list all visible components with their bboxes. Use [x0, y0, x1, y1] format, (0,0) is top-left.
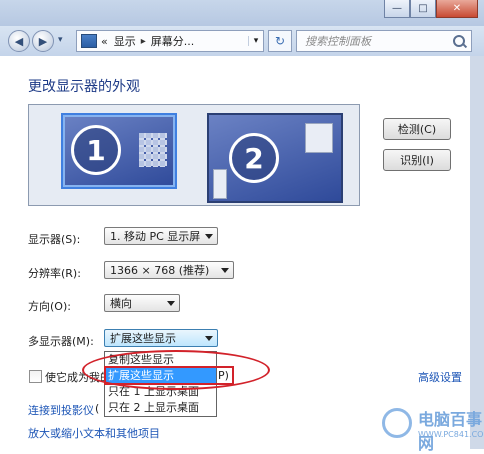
advanced-settings-link[interactable]: 高级设置	[418, 369, 462, 385]
chevron-down-icon	[205, 336, 213, 341]
orientation-select-value: 横向	[110, 297, 132, 310]
detect-button[interactable]: 检测(C)	[383, 118, 451, 140]
page-title: 更改显示器的外观	[28, 79, 140, 95]
display-select-value: 1. 移动 PC 显示屏	[110, 230, 201, 243]
breadcrumb-screen-resolution[interactable]: 屏幕分...	[151, 33, 195, 49]
minimize-button[interactable]: —	[384, 0, 410, 18]
projector-link-tail: (	[95, 402, 100, 415]
forward-arrow-icon: ▶	[38, 34, 48, 48]
watermark-logo-icon	[382, 408, 412, 438]
breadcrumb-display[interactable]: 显示	[114, 33, 136, 49]
back-arrow-icon: ◀	[14, 34, 24, 48]
forward-button[interactable]: ▶	[32, 30, 54, 52]
close-button[interactable]: ✕	[436, 0, 478, 18]
refresh-icon: ↻	[274, 34, 286, 48]
chevron-down-icon	[167, 301, 175, 306]
resolution-select[interactable]: 1366 × 768 (推荐)	[104, 261, 234, 279]
chevron-down-icon	[221, 268, 229, 273]
recent-pages-dropdown[interactable]: ▾	[58, 35, 63, 45]
monitor-arrangement-preview[interactable]: 1 2	[28, 104, 360, 206]
display-select[interactable]: 1. 移动 PC 显示屏	[104, 227, 218, 245]
navigation-bar: ◀ ▶ ▾ « 显示 ▸ 屏幕分... ▾ ↻ 搜索控制面板	[0, 26, 484, 56]
search-placeholder: 搜索控制面板	[305, 35, 371, 48]
watermark: 电脑百事网 WWW.PC841.COM	[382, 402, 484, 453]
option-show-only-on-2[interactable]: 只在 2 上显示桌面	[105, 400, 216, 416]
multiple-displays-select[interactable]: 扩展这些显示	[104, 329, 218, 347]
breadcrumb-separator-icon[interactable]: ▸	[141, 36, 146, 47]
refresh-button[interactable]: ↻	[268, 30, 292, 52]
multiple-displays-select-value: 扩展这些显示	[110, 332, 176, 345]
maximize-button[interactable]: □	[410, 0, 436, 18]
search-box[interactable]: 搜索控制面板	[296, 30, 472, 52]
chevron-down-icon	[205, 234, 213, 239]
control-panel-icon	[81, 34, 97, 48]
monitor-2[interactable]: 2	[207, 113, 343, 203]
identify-button[interactable]: 识别(I)	[383, 149, 451, 171]
monitor-1-number: 1	[71, 125, 121, 175]
connect-projector-link[interactable]: 连接到投影仪	[28, 402, 94, 418]
back-button[interactable]: ◀	[8, 30, 30, 52]
window-right-edge	[470, 56, 484, 449]
resolution-label: 分辨率(R):	[28, 267, 81, 280]
breadcrumb-overflow[interactable]: «	[101, 35, 108, 48]
window-title-bar: — □ ✕	[0, 0, 484, 26]
search-icon[interactable]	[453, 35, 465, 47]
orientation-select[interactable]: 横向	[104, 294, 180, 312]
annotation-highlight-box	[104, 366, 234, 385]
orientation-label: 方向(O):	[28, 300, 71, 313]
display-label: 显示器(S):	[28, 233, 81, 246]
main-display-checkbox[interactable]	[29, 370, 42, 383]
taskbar-thumbnail-icon	[213, 169, 227, 199]
window-thumbnail-icon	[305, 123, 333, 153]
address-dropdown-icon[interactable]: ▾	[248, 36, 263, 46]
resolution-select-value: 1366 × 768 (推荐)	[110, 264, 210, 277]
window-controls: — □ ✕	[384, 0, 478, 18]
multiple-displays-label: 多显示器(M):	[28, 335, 94, 348]
watermark-url: WWW.PC841.COM	[418, 430, 484, 439]
monitor-1[interactable]: 1	[61, 113, 177, 189]
monitor-2-number: 2	[229, 133, 279, 183]
address-bar[interactable]: « 显示 ▸ 屏幕分... ▾	[76, 30, 264, 52]
desktop-icons-icon	[139, 133, 167, 167]
text-size-link[interactable]: 放大或缩小文本和其他项目	[28, 425, 160, 441]
